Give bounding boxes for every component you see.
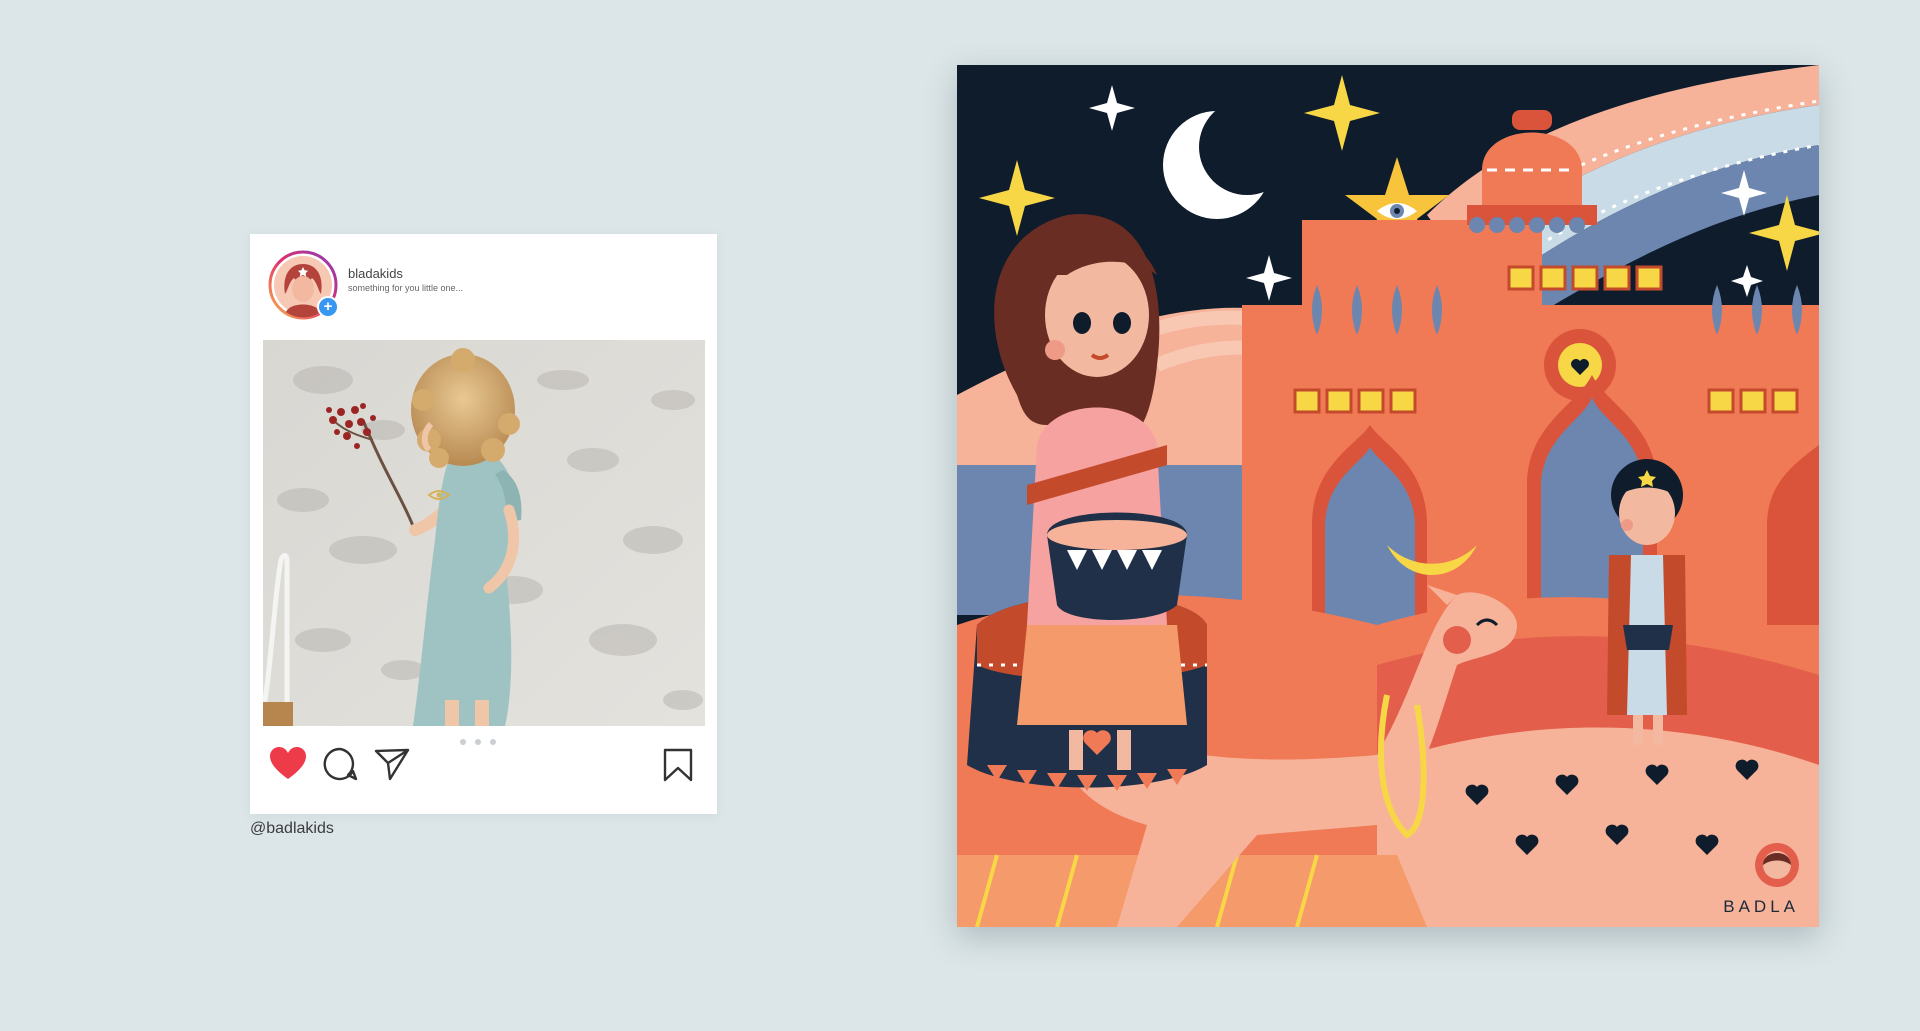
boy-with-pot (1607, 459, 1687, 745)
post-meta: bladakids something for you little one..… (348, 266, 463, 293)
post-header: + bladakids something for you little one… (268, 250, 463, 320)
bookmark-icon[interactable] (663, 748, 693, 782)
share-icon[interactable] (374, 747, 410, 781)
carousel-dot[interactable] (490, 739, 496, 745)
add-story-plus-icon[interactable]: + (317, 296, 339, 318)
post-username[interactable]: bladakids (348, 266, 463, 281)
brand-label: BADLA (1723, 897, 1799, 916)
profile-avatar[interactable]: + (268, 250, 339, 320)
carousel-dot[interactable] (460, 739, 466, 745)
illustration-artwork (957, 65, 1819, 927)
badla-logo-icon (1755, 843, 1799, 887)
comment-icon[interactable] (322, 746, 358, 782)
desert-night-illustration: BADLA (957, 65, 1819, 927)
carousel-indicator (460, 739, 496, 745)
child-photo-image (263, 340, 705, 726)
carousel-dot[interactable] (475, 739, 481, 745)
post-actions (270, 746, 410, 782)
post-caption: something for you little one... (348, 282, 464, 293)
post-photo (263, 340, 705, 726)
instagram-handle: @badlakids (250, 820, 334, 837)
instagram-post-card: + bladakids something for you little one… (250, 234, 717, 814)
heart-icon[interactable] (270, 747, 306, 781)
